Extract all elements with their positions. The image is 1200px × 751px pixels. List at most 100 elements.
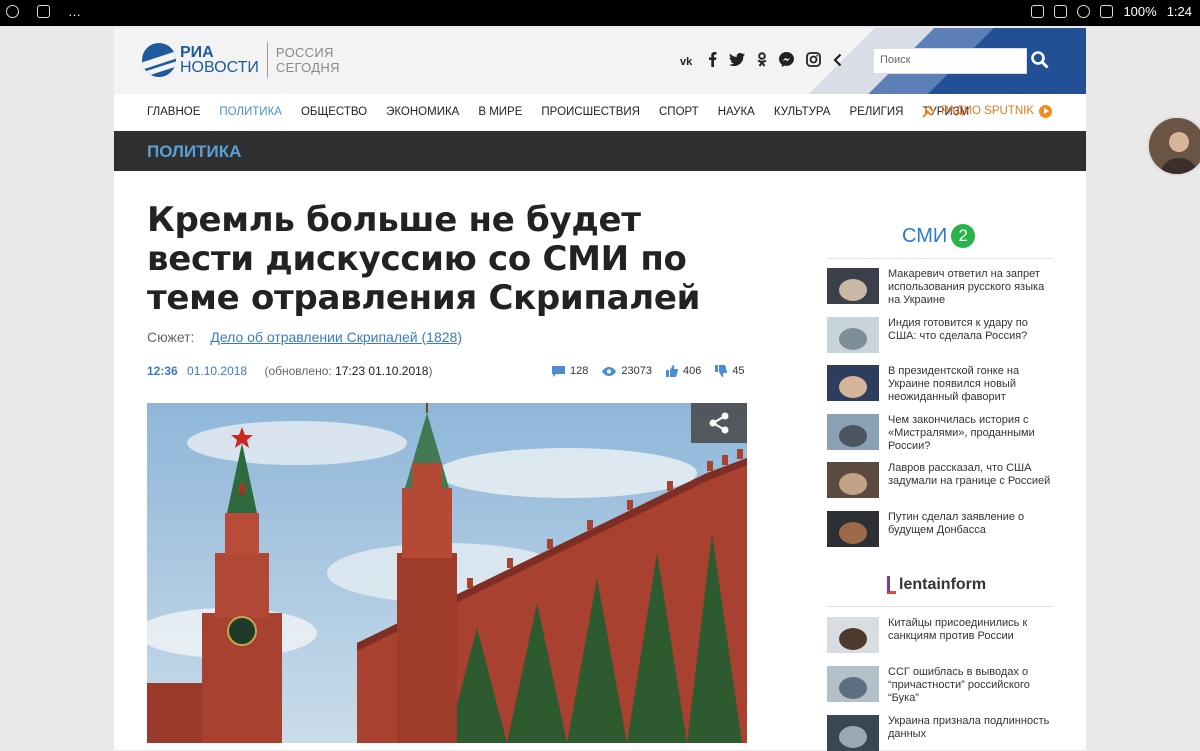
news-thumbnail[interactable] bbox=[827, 511, 879, 547]
facebook-icon[interactable] bbox=[708, 52, 717, 67]
dislikes-stat[interactable]: 45 bbox=[715, 365, 745, 377]
nav-item-5[interactable]: ПРОИСШЕСТВИЯ bbox=[541, 106, 640, 118]
news-headline[interactable]: Макаревич ответил на запрет использовани… bbox=[888, 268, 1057, 307]
news-thumbnail[interactable] bbox=[827, 268, 879, 304]
news-item[interactable]: В президентской гонке на Украине появилс… bbox=[827, 365, 1057, 404]
news-item[interactable]: Китайцы присоединились к санкциям против… bbox=[827, 617, 1057, 653]
news-item[interactable]: ССГ ошиблась в выводах о “причастности” … bbox=[827, 666, 1057, 705]
news-thumbnail-wrap bbox=[827, 462, 879, 499]
smi2-widget-logo[interactable]: СМИ 2 bbox=[902, 224, 976, 248]
news-item[interactable]: Путин сделал заявление о будущем Донбасс… bbox=[827, 511, 1057, 547]
nav-item-6[interactable]: СПОРТ bbox=[659, 106, 699, 118]
play-icon[interactable] bbox=[1039, 104, 1052, 118]
satellite-icon bbox=[922, 105, 935, 118]
battery-percent: 100% bbox=[1123, 4, 1157, 19]
likes-stat[interactable]: 406 bbox=[665, 365, 702, 377]
section-bar: ПОЛИТИКА bbox=[114, 131, 1086, 171]
nav-item-0[interactable]: ГЛАВНОЕ bbox=[147, 106, 200, 118]
twitter-icon[interactable] bbox=[729, 53, 745, 66]
views-count: 23073 bbox=[621, 365, 652, 377]
story-link[interactable]: Дело об отравлении Скрипалей (1828) bbox=[210, 329, 462, 345]
radio-sputnik-label: РАДИО SPUTNIK bbox=[941, 105, 1034, 117]
news-thumbnail-wrap bbox=[827, 511, 879, 547]
nav-item-7[interactable]: НАУКА bbox=[718, 106, 755, 118]
comment-icon bbox=[552, 365, 565, 377]
news-item[interactable]: Макаревич ответил на запрет использовани… bbox=[827, 268, 1057, 307]
wifi-icon bbox=[1077, 5, 1091, 18]
nav-item-9[interactable]: РЕЛИГИЯ bbox=[849, 106, 903, 118]
logo-divider bbox=[266, 42, 268, 78]
section-title[interactable]: ПОЛИТИКА bbox=[147, 142, 241, 162]
news-headline[interactable]: Украина признала подлинность данных bbox=[888, 715, 1057, 751]
news-thumbnail[interactable] bbox=[827, 715, 879, 751]
thumbs-up-icon bbox=[665, 365, 678, 377]
chevron-left-icon[interactable] bbox=[833, 53, 842, 67]
news-headline[interactable]: ССГ ошиблась в выводах о “причастности” … bbox=[888, 666, 1057, 705]
radio-sputnik-link[interactable]: РАДИО SPUTNIK bbox=[922, 104, 1052, 118]
comments-count: 128 bbox=[570, 365, 589, 377]
news-item[interactable]: Украина признала подлинность данных bbox=[827, 715, 1057, 751]
news-thumbnail-wrap bbox=[827, 413, 879, 450]
nav-item-2[interactable]: ОБЩЕСТВО bbox=[301, 106, 367, 118]
share-icon bbox=[709, 412, 729, 434]
logo-segodnya-text: СЕГОДНЯ bbox=[275, 60, 340, 75]
nav-item-4[interactable]: В МИРЕ bbox=[478, 106, 522, 118]
instagram-icon[interactable] bbox=[806, 52, 821, 67]
svg-text:vk: vk bbox=[680, 56, 693, 66]
site-header: РИА НОВОСТИ РОССИЯ СЕГОДНЯ vk Поиск bbox=[114, 28, 1086, 94]
vk-icon[interactable]: vk bbox=[680, 54, 696, 66]
mute-icon bbox=[1054, 5, 1068, 18]
updated-info: (обновлено: 17:23 01.10.2018) bbox=[264, 364, 432, 378]
story-label: Сюжет: bbox=[147, 329, 195, 345]
news-thumbnail[interactable] bbox=[827, 666, 879, 702]
logo-ria-text: РИА bbox=[180, 44, 214, 61]
news-thumbnail[interactable] bbox=[827, 462, 879, 499]
floating-video-bubble[interactable] bbox=[1147, 116, 1200, 176]
nav-item-3[interactable]: ЭКОНОМИКА bbox=[386, 106, 459, 118]
news-thumbnail[interactable] bbox=[827, 316, 879, 353]
logo-novosti-text: НОВОСТИ bbox=[180, 59, 259, 76]
site-logo[interactable]: РИА НОВОСТИ РОССИЯ СЕГОДНЯ bbox=[142, 42, 340, 78]
lentainform-label: lentainform bbox=[899, 576, 987, 593]
article-image-kremlin[interactable] bbox=[147, 403, 747, 743]
nav-item-1[interactable]: ПОЛИТИКА bbox=[219, 106, 282, 118]
smi2-number: 2 bbox=[951, 224, 976, 248]
news-headline[interactable]: Китайцы присоединились к санкциям против… bbox=[888, 617, 1057, 653]
share-button[interactable] bbox=[691, 403, 747, 443]
views-stat: 23073 bbox=[602, 365, 652, 377]
chrome-icon bbox=[6, 5, 19, 18]
news-thumbnail[interactable] bbox=[827, 617, 879, 653]
lentainform-divider bbox=[827, 606, 1053, 607]
lentainform-logo[interactable]: lentainform bbox=[887, 576, 986, 594]
news-item[interactable]: Чем закончилась история с «Мистралями», … bbox=[827, 413, 1057, 453]
person-thumbnail-icon bbox=[1149, 118, 1200, 174]
news-item[interactable]: Лавров рассказал, что США задумали на гр… bbox=[827, 462, 1057, 499]
news-thumbnail-wrap bbox=[827, 617, 879, 653]
publish-date[interactable]: 01.10.2018 bbox=[187, 364, 247, 378]
news-headline[interactable]: Путин сделал заявление о будущем Донбасс… bbox=[888, 511, 1057, 547]
article-stats: 128 23073 406 45 bbox=[552, 365, 745, 377]
news-item[interactable]: Индия готовится к удару по США: что сдел… bbox=[827, 316, 1057, 353]
eye-icon bbox=[602, 366, 617, 376]
search-icon[interactable] bbox=[1031, 51, 1049, 69]
publish-time: 12:36 bbox=[147, 364, 178, 378]
more-notifications-icon: … bbox=[68, 4, 81, 19]
social-links: vk bbox=[680, 52, 842, 67]
comments-stat[interactable]: 128 bbox=[552, 365, 588, 377]
news-thumbnail-wrap bbox=[827, 666, 879, 702]
news-thumbnail[interactable] bbox=[827, 413, 879, 450]
news-headline[interactable]: Чем закончилась история с «Мистралями», … bbox=[888, 414, 1057, 453]
nav-item-8[interactable]: КУЛЬТУРА bbox=[774, 106, 831, 118]
messenger-icon[interactable] bbox=[779, 52, 794, 67]
odnoklassniki-icon[interactable] bbox=[757, 52, 767, 67]
nav-items: ГЛАВНОЕ ПОЛИТИКА ОБЩЕСТВО ЭКОНОМИКА В МИРЕ ПР… bbox=[147, 106, 988, 118]
news-thumbnail[interactable] bbox=[827, 365, 879, 402]
news-headline[interactable]: В президентской гонке на Украине появилс… bbox=[888, 365, 1057, 404]
news-headline[interactable]: Лавров рассказал, что США задумали на гр… bbox=[888, 462, 1057, 498]
main-nav: ГЛАВНОЕ ПОЛИТИКА ОБЩЕСТВО ЭКОНОМИКА В МИРЕ ПР… bbox=[114, 94, 1086, 132]
likes-count: 406 bbox=[682, 365, 702, 377]
search-input[interactable]: Поиск bbox=[873, 48, 1027, 74]
smi2-divider bbox=[827, 258, 1053, 259]
article-title: Кремль больше не будет вести дискуссию с… bbox=[147, 200, 701, 318]
news-headline[interactable]: Индия готовится к удару по США: что сдел… bbox=[888, 317, 1057, 353]
